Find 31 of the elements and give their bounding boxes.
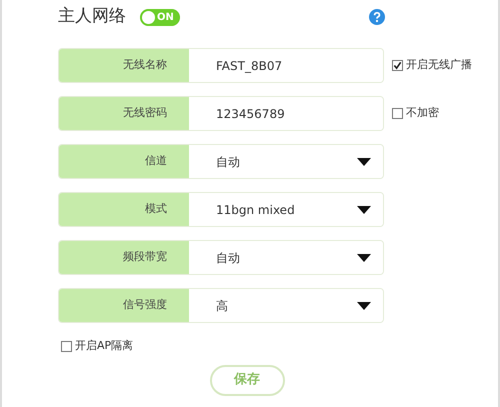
select-field[interactable]: 模式 11bgn mixed [58, 192, 384, 227]
dropdown-arrow-icon [357, 206, 371, 214]
field-value: FAST_8B07 [216, 58, 284, 74]
field-label: 无线名称 [59, 49, 189, 82]
field-value: 自动 [216, 154, 241, 170]
checkbox-option[interactable]: 不加密 [392, 105, 439, 122]
field-label: 模式 [59, 193, 189, 226]
dropdown-arrow-icon [357, 254, 371, 262]
select-field[interactable]: 信道 自动 [58, 144, 384, 179]
field-label: 信道 [59, 145, 189, 178]
field-value: 自动 [216, 250, 241, 266]
checkbox-option[interactable]: 开启无线广播 [392, 57, 472, 74]
help-icon[interactable] [369, 9, 385, 25]
field-value: 123456789 [216, 106, 286, 122]
dropdown-arrow-icon [357, 158, 371, 166]
select-field[interactable]: 频段带宽 自动 [58, 240, 384, 275]
checkmark-icon [393, 61, 402, 70]
field-label: 无线密码 [59, 97, 189, 130]
checkbox[interactable] [61, 340, 72, 352]
input-field[interactable]: 无线密码 123456789 [58, 96, 384, 131]
select-field[interactable]: 信号强度 高 [58, 288, 384, 323]
input-field[interactable]: 无线名称 FAST_8B07 [58, 48, 384, 83]
checkbox[interactable] [392, 108, 403, 119]
field-label: 频段带宽 [59, 241, 189, 274]
field-label: 信号强度 [59, 289, 189, 322]
field-value: 11bgn mixed [216, 202, 296, 218]
checked-checkbox[interactable] [392, 60, 403, 71]
checkbox-option[interactable]: 开启AP隔离 [61, 338, 498, 354]
dropdown-arrow-icon [357, 302, 371, 310]
section-title: 主人网络 [58, 5, 126, 28]
field-value: 高 [216, 298, 229, 314]
